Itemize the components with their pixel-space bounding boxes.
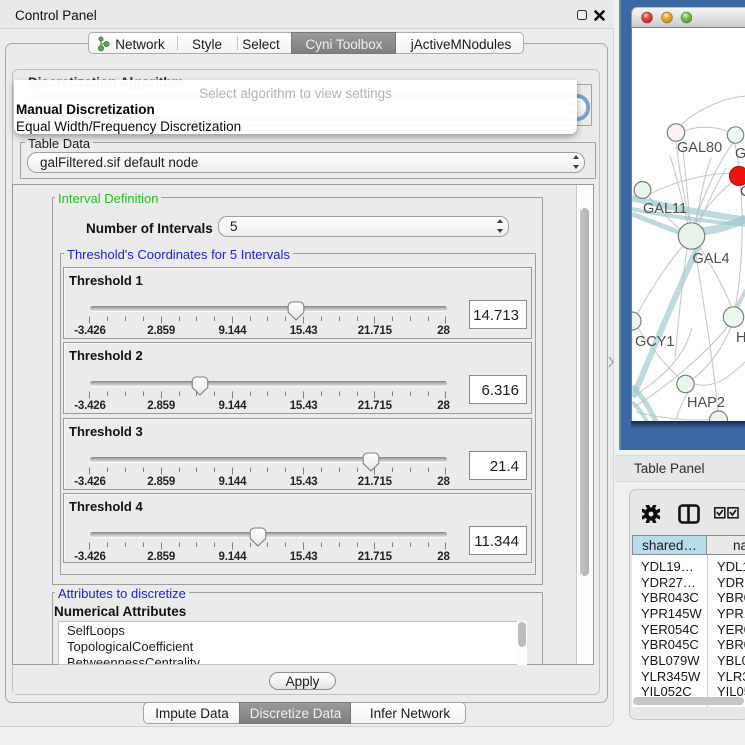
svg-text:GCY1: GCY1 bbox=[635, 334, 675, 350]
svg-text:C: C bbox=[740, 184, 745, 200]
svg-text:HAP2: HAP2 bbox=[687, 395, 725, 411]
svg-text:H: H bbox=[736, 330, 745, 346]
svg-text:GAL4: GAL4 bbox=[693, 251, 730, 267]
svg-text:GAL80: GAL80 bbox=[677, 140, 722, 156]
svg-text:GAL11: GAL11 bbox=[643, 201, 687, 217]
svg-text:GA: GA bbox=[735, 146, 745, 162]
